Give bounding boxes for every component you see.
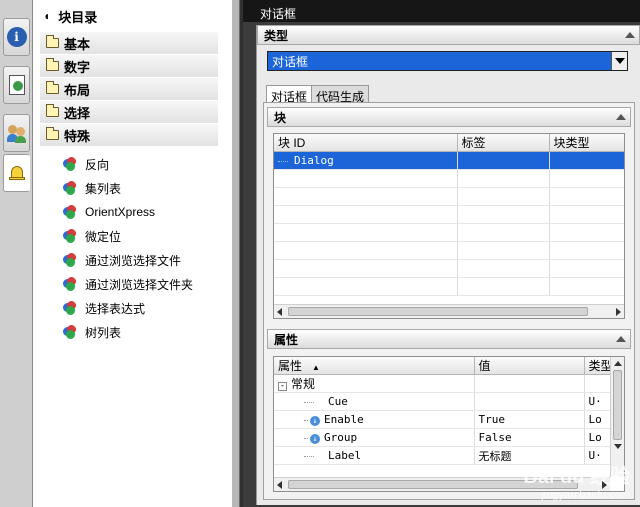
people-icon — [6, 123, 27, 143]
table-row[interactable]: Dialog — [274, 151, 624, 170]
collapse-icon[interactable] — [616, 114, 626, 120]
group-row[interactable]: - 常规 — [274, 374, 611, 393]
roles-tab[interactable] — [3, 114, 30, 152]
block-icon — [63, 205, 76, 219]
category-label: 数字 — [64, 59, 91, 75]
chevron-down-icon[interactable] — [611, 52, 627, 70]
collapse-tree-icon[interactable]: - — [278, 382, 287, 391]
arrow-down-icon: ↓ — [310, 416, 320, 426]
category-label: 基本 — [64, 36, 91, 52]
block-icon — [63, 229, 76, 243]
info-tab[interactable]: i — [3, 18, 30, 56]
scroll-left-icon[interactable] — [277, 307, 282, 316]
list-item[interactable]: 集列表 — [33, 176, 232, 200]
sort-ascending-icon: ▲ — [312, 363, 320, 372]
special-items: 反向 集列表 OrientXpress 微定位 通过浏览选择文件 通过浏览选择文… — [33, 147, 232, 344]
resource-bar: i — [0, 0, 33, 507]
block-icon — [63, 157, 76, 171]
category-label: 特殊 — [64, 128, 91, 144]
properties-section-header[interactable]: 属性 — [267, 329, 631, 349]
tab-panel: 块 块 ID 标签 块类型 Dialog 属性 属性 ▲ 值 类 - 常规 Cu… — [263, 102, 635, 500]
block-section-header[interactable]: 块 — [267, 107, 631, 127]
pin-icon[interactable]: ◖ — [43, 9, 50, 23]
list-item[interactable]: 选择表达式 — [33, 296, 232, 320]
vertical-scrollbar[interactable] — [610, 357, 624, 477]
catalog-header: ◖ 块目录 — [33, 0, 232, 32]
list-item[interactable]: 微定位 — [33, 224, 232, 248]
block-catalog-panel: ◖ 块目录 基本 数字 布局 选择 特殊 反向 集列表 OrientXpress… — [33, 0, 239, 507]
catalog-title: 块目录 — [58, 9, 98, 25]
category-numeric[interactable]: 数字 — [40, 55, 218, 78]
category-label: 选择 — [64, 105, 91, 121]
scroll-up-icon[interactable] — [613, 361, 622, 366]
list-item[interactable]: 反向 — [33, 152, 232, 176]
folder-icon — [46, 35, 59, 48]
scroll-down-icon[interactable] — [613, 444, 622, 449]
column-header-block-type[interactable]: 块类型 — [549, 134, 624, 152]
document-tab[interactable] — [3, 66, 30, 104]
category-layout[interactable]: 布局 — [40, 78, 218, 101]
tab-strip: 对话框 代码生成 — [266, 85, 370, 104]
tab-code-generation[interactable]: 代码生成 — [311, 85, 370, 104]
tab-dialog[interactable]: 对话框 — [266, 85, 313, 104]
block-icon — [63, 253, 76, 267]
block-icon — [63, 181, 76, 195]
category-selection[interactable]: 选择 — [40, 101, 218, 124]
info-icon: i — [6, 27, 27, 47]
category-label: 布局 — [64, 82, 91, 98]
column-header-type[interactable]: 类型 — [584, 357, 611, 375]
dialog-title: 对话框 — [243, 0, 640, 22]
category-special[interactable]: 特殊 — [40, 124, 218, 147]
list-item[interactable]: 通过浏览选择文件夹 — [33, 272, 232, 296]
list-item[interactable]: 树列表 — [33, 320, 232, 344]
type-dropdown[interactable]: 对话框 — [267, 51, 628, 71]
list-item[interactable]: 通过浏览选择文件 — [33, 248, 232, 272]
folder-icon — [46, 58, 59, 71]
block-icon — [63, 277, 76, 291]
list-item[interactable]: OrientXpress — [33, 200, 232, 224]
arrow-down-icon: ↓ — [310, 434, 320, 444]
table-row[interactable]: Cue U· — [274, 392, 611, 411]
scroll-left-icon[interactable] — [277, 480, 282, 489]
watermark: Bai du 经验 jingyan.baidu.com — [523, 466, 630, 501]
collapse-icon[interactable] — [616, 336, 626, 342]
scroll-right-icon[interactable] — [616, 307, 621, 316]
block-catalog-tab[interactable] — [3, 154, 30, 192]
column-header-value[interactable]: 值 — [474, 357, 585, 375]
horizontal-scrollbar[interactable] — [274, 304, 624, 318]
document-globe-icon — [8, 75, 25, 95]
column-header-label[interactable]: 标签 — [457, 134, 550, 152]
dialog-body: 类型 对话框 对话框 代码生成 块 块 ID 标签 块类型 Dialog 属性 … — [256, 25, 640, 505]
block-icon — [63, 325, 76, 339]
block-table: 块 ID 标签 块类型 Dialog — [273, 133, 625, 319]
scroll-right-icon[interactable] — [602, 480, 607, 489]
type-section-header[interactable]: 类型 — [257, 25, 640, 45]
collapse-icon[interactable] — [625, 32, 635, 38]
table-row[interactable]: ↓ Group False Lo — [274, 428, 611, 447]
column-header-property[interactable]: 属性 ▲ — [274, 357, 475, 375]
folder-icon — [46, 127, 59, 140]
table-row[interactable]: ↓ Enable True Lo — [274, 410, 611, 429]
category-basic[interactable]: 基本 — [40, 32, 218, 55]
bell-icon — [7, 163, 27, 183]
block-icon — [63, 301, 76, 315]
column-header-block-id[interactable]: 块 ID — [274, 134, 458, 152]
folder-icon — [46, 104, 59, 117]
folder-icon — [46, 81, 59, 94]
panel-scrollbar[interactable] — [232, 0, 239, 507]
block-styler-dialog: 对话框 类型 对话框 对话框 代码生成 块 块 ID 标签 块类型 Dialog… — [243, 0, 640, 507]
